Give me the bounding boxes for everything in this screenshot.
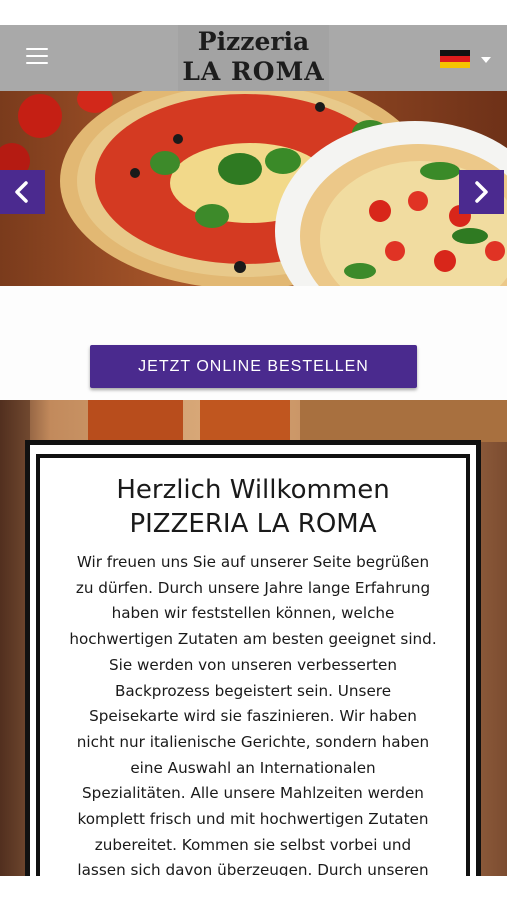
hamburger-menu-icon[interactable] — [26, 48, 48, 64]
welcome-text-line: nicht nur italienische Gerichte, sondern… — [76, 732, 430, 751]
chevron-right-icon — [475, 181, 488, 203]
welcome-title-line-1: Herzlich Willkommen — [116, 475, 390, 505]
welcome-text-line: komplett frisch und mit hochwertigen Zut… — [77, 810, 429, 829]
german-flag-icon — [440, 50, 470, 68]
site-logo[interactable]: Pizzeria LA ROMA — [178, 25, 329, 91]
welcome-title-line-2: PIZZERIA LA ROMA — [129, 509, 377, 539]
chevron-down-icon — [481, 57, 491, 63]
welcome-text-line: Spezialitäten. Alle unsere Mahlzeiten we… — [82, 784, 424, 803]
welcome-text: Wir freuen uns Sie auf unserer Seite beg… — [52, 550, 454, 884]
welcome-text-line: zu dürfen. Durch unsere Jahre lange Erfa… — [75, 578, 431, 597]
chevron-left-icon — [15, 181, 28, 203]
welcome-text-line: eine Auswahl an Internationalen — [130, 758, 376, 777]
order-online-button[interactable]: JETZT ONLINE BESTELLEN — [90, 345, 417, 388]
slider-prev-button[interactable] — [0, 170, 45, 214]
pizza-photo — [0, 91, 507, 286]
bottom-bar — [0, 876, 507, 900]
welcome-text-line: Backprozess begeistert sein. Unsere — [114, 681, 392, 700]
slider-next-button[interactable] — [459, 170, 504, 214]
hero-image-slider — [0, 91, 507, 286]
welcome-text-line: zubereitet. Kommen sie selbst vorbei und — [94, 835, 412, 854]
language-selector[interactable] — [440, 50, 494, 70]
status-area — [0, 0, 507, 25]
logo-line-1: Pizzeria — [197, 27, 310, 56]
welcome-text-line: Speisekarte wird sie faszinieren. Wir ha… — [89, 707, 417, 726]
welcome-title: Herzlich Willkommen PIZZERIA LA ROMA — [36, 473, 470, 541]
welcome-text-line: Wir freuen uns Sie auf unserer Seite beg… — [76, 553, 430, 571]
welcome-text-line: haben wir feststellen können, welche — [111, 604, 395, 623]
welcome-text-line: Sie werden von unseren verbesserten — [108, 655, 398, 674]
logo-line-2: LA ROMA — [182, 57, 325, 86]
welcome-text-line: hochwertigen Zutaten am besten geeignet … — [69, 630, 437, 649]
